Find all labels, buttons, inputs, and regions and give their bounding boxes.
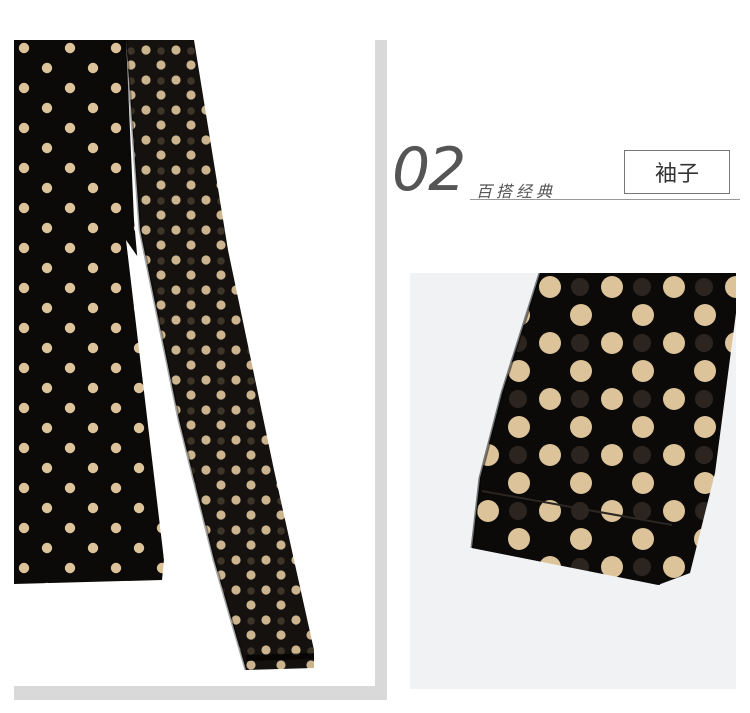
- sleeve-cuff-closeup-illustration: [470, 273, 736, 585]
- left-photo-frame-shadow: [375, 40, 387, 700]
- section-number: 02: [392, 135, 466, 205]
- sleeve-cuff-closeup-photo: [410, 273, 736, 689]
- section-title-divider: [470, 199, 740, 200]
- left-photo-frame-shadow-bottom: [14, 686, 387, 700]
- section-tag: 袖子: [624, 150, 730, 194]
- sleeve-full-photo: [14, 40, 375, 686]
- sleeve-full-illustration: [14, 40, 315, 671]
- section-tag-label: 袖子: [654, 162, 699, 187]
